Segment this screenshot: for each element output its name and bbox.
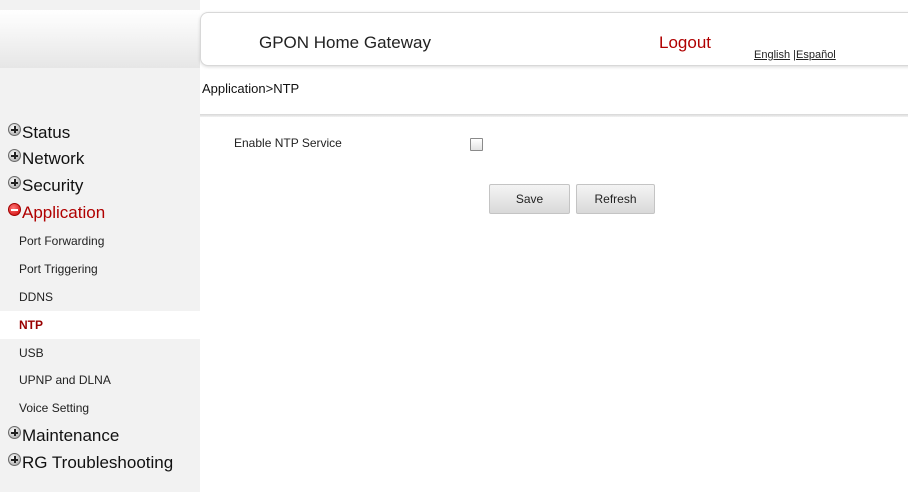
logout-link[interactable]: Logout [659, 33, 711, 53]
sidebar-item-upnp-dlna[interactable]: UPNP and DLNA [0, 366, 200, 394]
plus-icon [8, 453, 21, 466]
sidebar-item-ntp[interactable]: NTP [0, 311, 200, 339]
sidebar-group-label: RG Troubleshooting [22, 453, 174, 472]
sidebar-group-label: Network [22, 149, 85, 168]
sidebar-header [0, 10, 200, 68]
sidebar-item-voice-setting[interactable]: Voice Setting [0, 394, 200, 422]
sidebar: Status Network Security Application Port… [0, 0, 200, 492]
page: Status Network Security Application Port… [0, 0, 908, 492]
sidebar-group-label: Maintenance [22, 426, 120, 445]
sidebar-group-status[interactable]: Status [0, 120, 200, 146]
sidebar-group-application[interactable]: Application [0, 200, 200, 226]
sidebar-item-port-triggering[interactable]: Port Triggering [0, 255, 200, 283]
enable-ntp-checkbox[interactable] [470, 138, 483, 151]
enable-ntp-label: Enable NTP Service [234, 136, 342, 150]
sidebar-group-label: Status [22, 123, 71, 142]
sidebar-group-maintenance[interactable]: Maintenance [0, 423, 200, 449]
plus-icon [8, 176, 21, 189]
app-title: GPON Home Gateway [259, 33, 431, 52]
sidebar-group-security[interactable]: Security [0, 173, 200, 199]
minus-icon [8, 203, 21, 216]
lang-english-link[interactable]: English [754, 49, 790, 61]
plus-icon [8, 426, 21, 439]
language-switcher: English |Español [754, 49, 836, 61]
save-button[interactable]: Save [489, 184, 570, 214]
sidebar-item-port-forwarding[interactable]: Port Forwarding [0, 227, 200, 255]
sidebar-group-network[interactable]: Network [0, 146, 200, 172]
content-divider [200, 114, 908, 117]
plus-icon [8, 123, 21, 136]
sidebar-group-rg-troubleshooting[interactable]: RG Troubleshooting [0, 450, 200, 476]
breadcrumb: Application>NTP [202, 81, 300, 96]
sidebar-item-ddns[interactable]: DDNS [0, 283, 200, 311]
plus-icon [8, 149, 21, 162]
sidebar-group-label: Application [22, 203, 106, 222]
sidebar-item-usb[interactable]: USB [0, 339, 200, 367]
refresh-button[interactable]: Refresh [576, 184, 655, 214]
sidebar-group-label: Security [22, 176, 84, 195]
lang-espanol-link[interactable]: Español [796, 49, 836, 61]
header-bar: GPON Home Gateway Logout English |Españo… [200, 12, 908, 66]
